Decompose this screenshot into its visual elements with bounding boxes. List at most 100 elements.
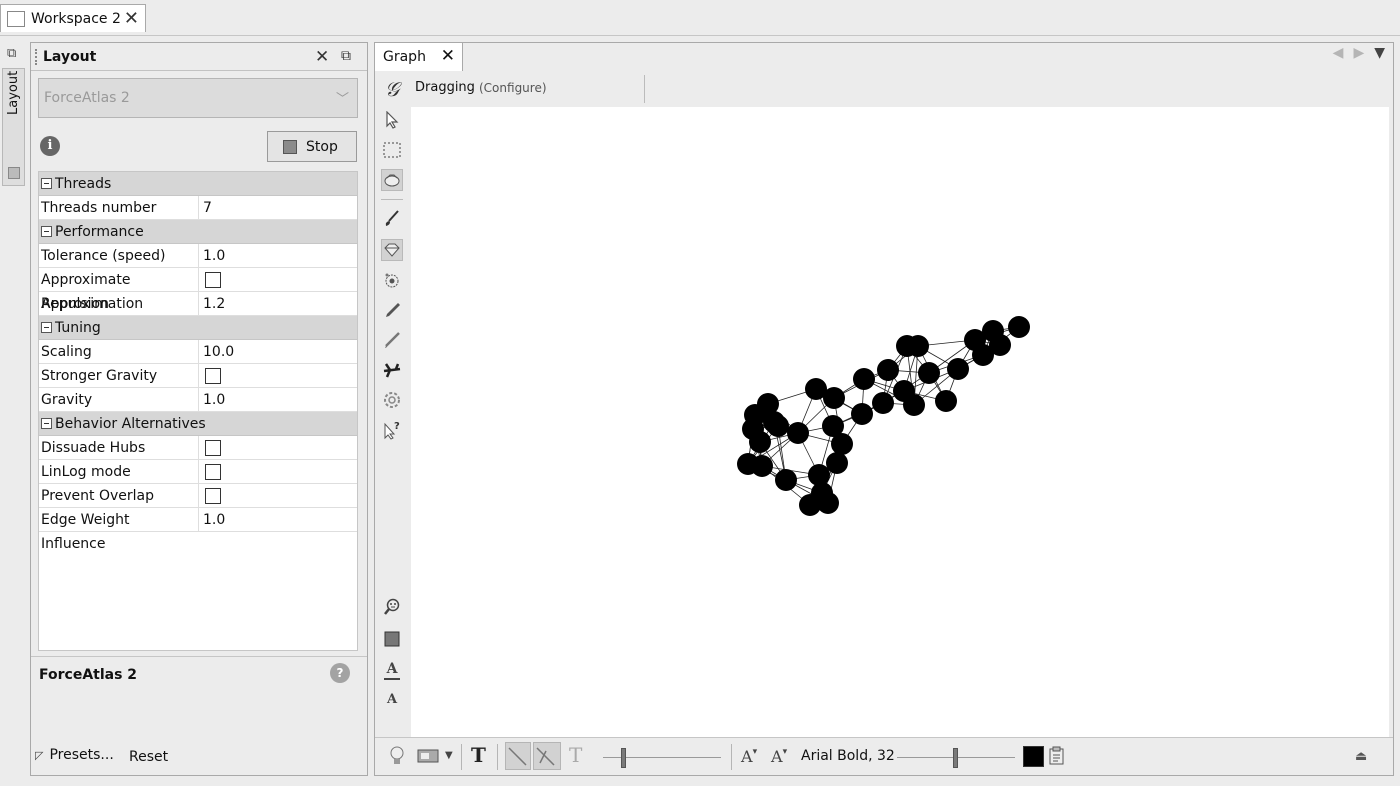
lightbulb-icon[interactable] <box>389 746 405 770</box>
text-outline-icon[interactable]: T <box>569 743 582 767</box>
configure-link[interactable]: (Configure) <box>479 81 547 95</box>
graph-tab[interactable]: Graph ✕ <box>375 43 463 71</box>
linlog-mode-checkbox[interactable] <box>205 463 221 480</box>
minimized-layout-tab[interactable]: Layout <box>2 68 25 186</box>
property-sheet: Threads Threads number 7 Performance Tol… <box>38 171 358 651</box>
stronger-gravity-checkbox[interactable] <box>205 367 221 384</box>
float-window-icon[interactable]: ⧉ <box>341 48 351 64</box>
diamond-icon[interactable] <box>381 239 403 261</box>
pencil-icon[interactable] <box>381 299 403 321</box>
graph-node[interactable] <box>826 452 848 474</box>
edge-pencil-icon[interactable] <box>381 329 403 351</box>
help-pointer-icon[interactable]: ? <box>381 419 403 441</box>
text-size-icon[interactable]: A <box>381 688 403 710</box>
text-color-icon[interactable]: A <box>381 658 403 680</box>
scaling-field[interactable]: 10.0 <box>199 344 234 360</box>
edge-weight-influence-field[interactable]: 1.0 <box>199 512 225 528</box>
drag-hand-icon[interactable] <box>381 169 403 191</box>
settings-gear-icon[interactable] <box>381 389 403 411</box>
graph-node[interactable] <box>817 492 839 514</box>
section-performance[interactable]: Performance <box>39 220 357 244</box>
close-icon[interactable]: ✕ <box>441 46 455 66</box>
clipboard-icon[interactable] <box>1047 746 1067 770</box>
graph-node[interactable] <box>1008 316 1030 338</box>
collapse-icon[interactable] <box>41 226 52 237</box>
graph-node[interactable] <box>872 392 894 414</box>
workspace-tab-bar: Workspace 2 ✕ <box>0 0 1400 36</box>
graph-node[interactable] <box>787 422 809 444</box>
label-size-slider-knob[interactable] <box>953 748 958 768</box>
property-row: Edge Weight Influence 1.0 <box>39 507 357 552</box>
drag-grip-icon[interactable] <box>35 48 39 65</box>
collapse-icon[interactable] <box>41 322 52 333</box>
text-color-swatch <box>384 678 400 680</box>
section-tuning[interactable]: Tuning <box>39 316 357 340</box>
algorithm-select-value: ForceAtlas 2 <box>44 90 130 106</box>
screenshot-icon[interactable] <box>417 746 441 768</box>
rectangle-select-icon[interactable] <box>381 139 403 161</box>
approximation-field[interactable]: 1.2 <box>199 296 225 312</box>
heat-map-icon[interactable] <box>381 269 403 291</box>
reset-button[interactable]: Reset <box>129 749 168 765</box>
section-behavior-alternatives[interactable]: Behavior Alternatives <box>39 412 357 436</box>
shortest-path-icon[interactable] <box>381 359 403 381</box>
graph-node[interactable] <box>749 431 771 453</box>
label-color-swatch[interactable] <box>1023 746 1044 767</box>
minimized-layout-label: Layout <box>6 71 21 116</box>
info-icon[interactable]: i <box>40 136 60 156</box>
scroll-right-icon[interactable]: ▶ <box>1353 45 1374 61</box>
stop-button[interactable]: Stop <box>267 131 357 162</box>
collapse-icon[interactable] <box>41 178 52 189</box>
font-label[interactable]: Arial Bold, 32 <box>801 748 895 764</box>
zoom-fit-icon[interactable] <box>381 596 403 618</box>
graph-node[interactable] <box>947 358 969 380</box>
help-icon[interactable]: ? <box>330 663 350 683</box>
algorithm-select[interactable]: ForceAtlas 2 ﹀ <box>38 78 358 118</box>
graph-node[interactable] <box>877 359 899 381</box>
gravity-field[interactable]: 1.0 <box>199 392 225 408</box>
graph-canvas[interactable] <box>411 107 1389 737</box>
text-bold-icon[interactable]: T <box>471 743 486 767</box>
prevent-overlap-checkbox[interactable] <box>205 487 221 504</box>
tab-list-dropdown-icon[interactable]: ▼ <box>1374 45 1385 61</box>
edge-mode-icon[interactable] <box>505 742 531 770</box>
edge-scale-slider-knob[interactable] <box>621 748 626 768</box>
graph-node[interactable] <box>831 433 853 455</box>
property-row: Prevent Overlap <box>39 483 357 508</box>
close-icon[interactable]: ✕ <box>124 8 139 29</box>
graph-node[interactable] <box>737 453 759 475</box>
graph-node[interactable] <box>907 335 929 357</box>
background-color-icon[interactable] <box>381 628 403 650</box>
painter-icon[interactable] <box>381 207 403 229</box>
section-threads[interactable]: Threads <box>39 172 357 196</box>
workspace-tab[interactable]: Workspace 2 ✕ <box>0 4 146 32</box>
scroll-left-icon[interactable]: ◀ <box>1333 45 1354 61</box>
property-row: Approximation 1.2 <box>39 291 357 316</box>
presets-button[interactable]: ◸ Presets... <box>35 747 114 763</box>
divider <box>497 744 498 770</box>
threads-number-field[interactable]: 7 <box>199 200 212 216</box>
font-larger-icon[interactable]: A▾ <box>771 747 787 766</box>
graph-visualization[interactable] <box>411 107 1389 737</box>
tolerance-field[interactable]: 1.0 <box>199 248 225 264</box>
graph-node[interactable] <box>853 368 875 390</box>
graph-node[interactable] <box>775 469 797 491</box>
dissuade-hubs-checkbox[interactable] <box>205 439 221 456</box>
eject-icon[interactable]: ⏏ <box>1355 749 1367 764</box>
pointer-icon[interactable] <box>381 109 403 131</box>
graph-node[interactable] <box>903 394 925 416</box>
edge-arrow-icon[interactable] <box>533 742 561 770</box>
graph-node[interactable] <box>935 390 957 412</box>
graph-node[interactable] <box>767 415 789 437</box>
close-icon[interactable]: ✕ <box>315 47 329 67</box>
restore-window-icon[interactable]: ⧉ <box>7 46 16 61</box>
approximate-repulsion-checkbox[interactable] <box>205 271 221 288</box>
font-smaller-icon[interactable]: A▾ <box>741 747 757 766</box>
collapse-icon[interactable] <box>41 418 52 429</box>
graph-node[interactable] <box>823 387 845 409</box>
graph-node[interactable] <box>851 403 873 425</box>
description-title: ForceAtlas 2 <box>39 667 138 683</box>
graph-node[interactable] <box>918 362 940 384</box>
graph-node[interactable] <box>972 344 994 366</box>
screenshot-options-icon[interactable]: ▼ <box>445 750 453 761</box>
